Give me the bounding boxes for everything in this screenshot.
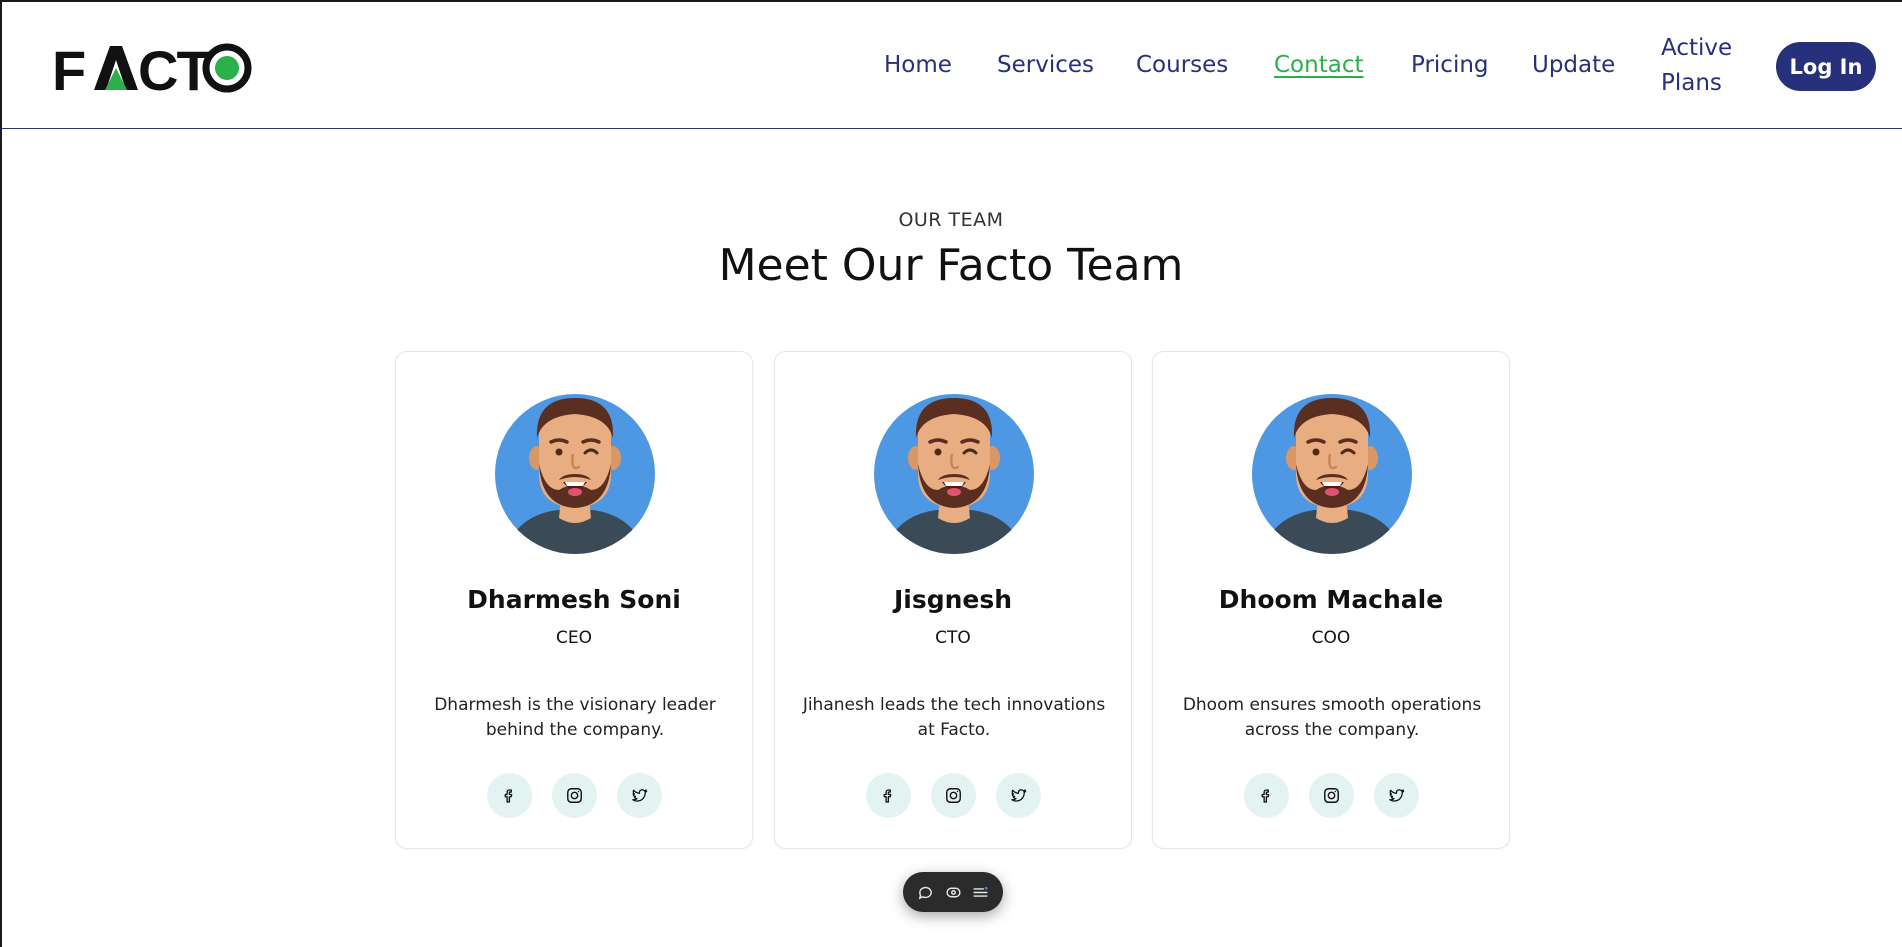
nav-active-plans[interactable]: Active Plans (1661, 31, 1732, 101)
floating-toolbar (903, 872, 1003, 912)
member-description: Jihanesh leads the tech innovations at F… (802, 695, 1106, 740)
member-role: CTO (935, 628, 971, 648)
team-card: Dharmesh Soni CEO Dharmesh is the vision… (395, 351, 753, 849)
social-links (775, 773, 1131, 818)
instagram-icon[interactable] (1308, 773, 1354, 818)
login-button[interactable]: Log In (1776, 42, 1876, 91)
member-name: Dhoom Machale (1218, 585, 1444, 614)
comment-icon[interactable] (915, 881, 937, 903)
instagram-icon[interactable] (551, 773, 597, 818)
member-role: COO (1311, 628, 1351, 648)
facebook-icon[interactable] (486, 773, 532, 818)
facebook-icon[interactable] (865, 773, 911, 818)
eye-icon[interactable] (942, 881, 964, 903)
facebook-icon[interactable] (1243, 773, 1289, 818)
member-name: Jisgnesh (893, 585, 1013, 614)
nav-pricing[interactable]: Pricing (1411, 52, 1489, 78)
avatar (1252, 394, 1412, 554)
section-eyebrow: OUR TEAM (898, 209, 1004, 231)
section-title: Meet Our Facto Team (718, 240, 1184, 291)
social-links (1153, 773, 1509, 818)
social-links (396, 773, 752, 818)
team-card: Dhoom Machale COO Dhoom ensures smooth o… (1152, 351, 1510, 849)
instagram-icon[interactable] (930, 773, 976, 818)
member-role: CEO (556, 628, 592, 648)
twitter-icon[interactable] (995, 773, 1041, 818)
nav-active-plans-line2: Plans (1661, 70, 1722, 96)
nav-contact[interactable]: Contact (1274, 52, 1363, 78)
member-description: Dharmesh is the visionary leader behind … (434, 695, 716, 740)
main-nav: Home Services Courses Contact Pricing Up… (2, 2, 1902, 129)
twitter-icon[interactable] (1373, 773, 1419, 818)
site-header: F CT Home Services Courses Contact Prici… (2, 2, 1902, 129)
nav-courses[interactable]: Courses (1136, 52, 1228, 78)
nav-home[interactable]: Home (884, 52, 952, 78)
team-card: Jisgnesh CTO Jihanesh leads the tech inn… (774, 351, 1132, 849)
member-description: Dhoom ensures smooth operations across t… (1182, 695, 1482, 740)
member-name: Dharmesh Soni (467, 585, 681, 614)
menu-icon[interactable] (970, 881, 992, 903)
avatar (874, 394, 1034, 554)
avatar (495, 394, 655, 554)
nav-update[interactable]: Update (1532, 52, 1615, 78)
twitter-icon[interactable] (616, 773, 662, 818)
nav-services[interactable]: Services (997, 52, 1094, 78)
nav-active-plans-line1: Active (1661, 35, 1733, 61)
